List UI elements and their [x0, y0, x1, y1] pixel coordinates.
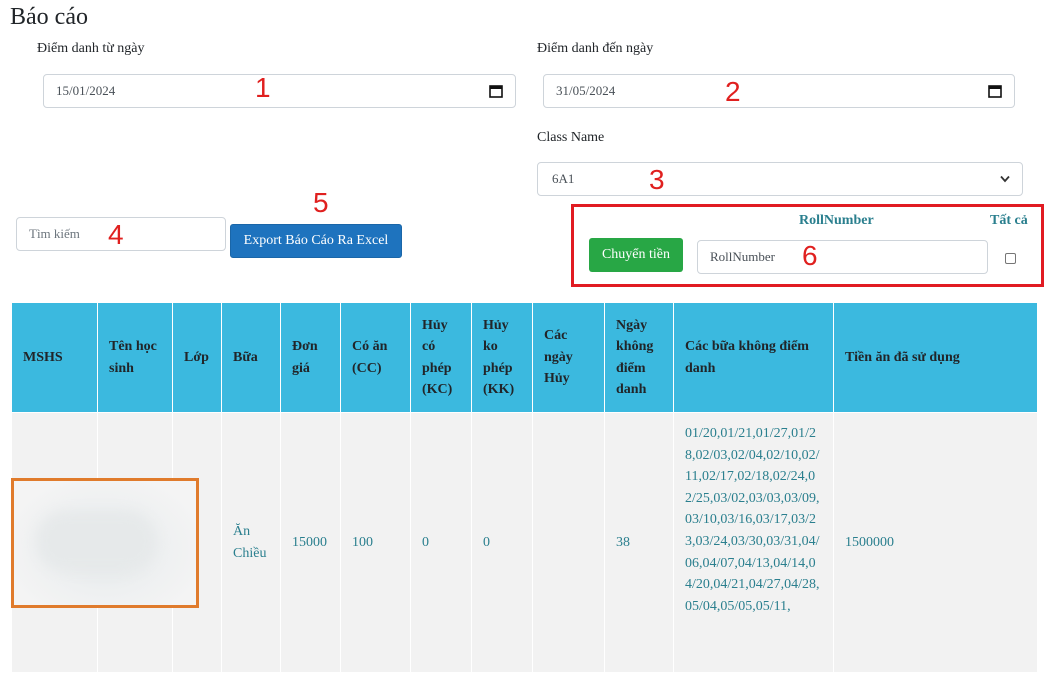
col-header-cancel-days: Các ngày Hủy	[532, 302, 605, 413]
col-header-meal: Bữa	[221, 302, 281, 413]
select-all-checkbox[interactable]	[1005, 253, 1016, 264]
annotation-2: 2	[725, 76, 741, 107]
to-date-label: Điểm danh đến ngày	[537, 41, 654, 56]
col-header-class: Lớp	[172, 302, 222, 413]
cell-cancel-days	[532, 412, 605, 673]
from-date-value: 15/01/2024	[56, 83, 116, 98]
class-name-label: Class Name	[537, 130, 605, 145]
rollnumber-placeholder: RollNumber	[710, 249, 775, 264]
chevron-down-icon	[1000, 175, 1010, 183]
cell-ate: 100	[340, 412, 411, 673]
cell-unit-price: 15000	[280, 412, 341, 673]
col-header-mshs: MSHS	[11, 302, 98, 413]
to-date-input[interactable]: 31/05/2024	[543, 74, 1015, 108]
annotation-3: 3	[649, 164, 665, 195]
annotation-4: 4	[108, 219, 124, 250]
col-header-no-attendance-days: Ngày không điểm danh	[604, 302, 674, 413]
col-header-ate: Có ăn (CC)	[340, 302, 411, 413]
class-name-select[interactable]: 6A1	[537, 162, 1023, 196]
to-date-value: 31/05/2024	[556, 83, 616, 98]
calendar-icon[interactable]	[489, 84, 503, 98]
annotation-6: 6	[802, 240, 818, 271]
cell-cancel-permitted: 0	[410, 412, 472, 673]
rollnumber-header: RollNumber	[799, 213, 874, 228]
col-header-student-name: Tên học sinh	[97, 302, 173, 413]
cell-meal-money-used: 1500000	[833, 412, 1038, 673]
redacted-student-info	[11, 478, 199, 608]
rollnumber-input[interactable]: RollNumber	[697, 240, 988, 274]
cell-no-attendance-meals: 01/20,01/21,01/27,01/28,02/03,02/04,02/1…	[673, 412, 834, 673]
col-header-cancel-unpermitted: Hủy ko phép (KK)	[471, 302, 533, 413]
page-title: Báo cáo	[10, 4, 88, 30]
cell-cancel-unpermitted: 0	[471, 412, 533, 673]
export-excel-button[interactable]: Export Báo Cáo Ra Excel	[230, 224, 402, 258]
search-placeholder: Tìm kiếm	[29, 226, 80, 241]
table-header-row: MSHS Tên học sinh Lớp Bữa Đơn giá Có ăn …	[11, 302, 1038, 413]
col-header-meal-money-used: Tiền ăn đã sử dụng	[833, 302, 1038, 413]
select-all-header: Tất cả	[990, 213, 1028, 228]
col-header-no-attendance-meals: Các bữa không điểm danh	[673, 302, 834, 413]
transfer-money-button[interactable]: Chuyển tiền	[589, 238, 683, 272]
col-header-cancel-permitted: Hủy có phép (KC)	[410, 302, 472, 413]
col-header-unit-price: Đơn giá	[280, 302, 341, 413]
calendar-icon[interactable]	[988, 84, 1002, 98]
annotation-5: 5	[313, 187, 329, 218]
class-name-value: 6A1	[552, 171, 575, 186]
from-date-input[interactable]: 15/01/2024	[43, 74, 516, 108]
from-date-label: Điểm danh từ ngày	[37, 41, 145, 56]
redaction-blur	[36, 511, 156, 571]
cell-no-attendance-days: 38	[604, 412, 674, 673]
cell-meal: Ăn Chiều	[221, 412, 281, 673]
annotation-1: 1	[255, 72, 271, 103]
